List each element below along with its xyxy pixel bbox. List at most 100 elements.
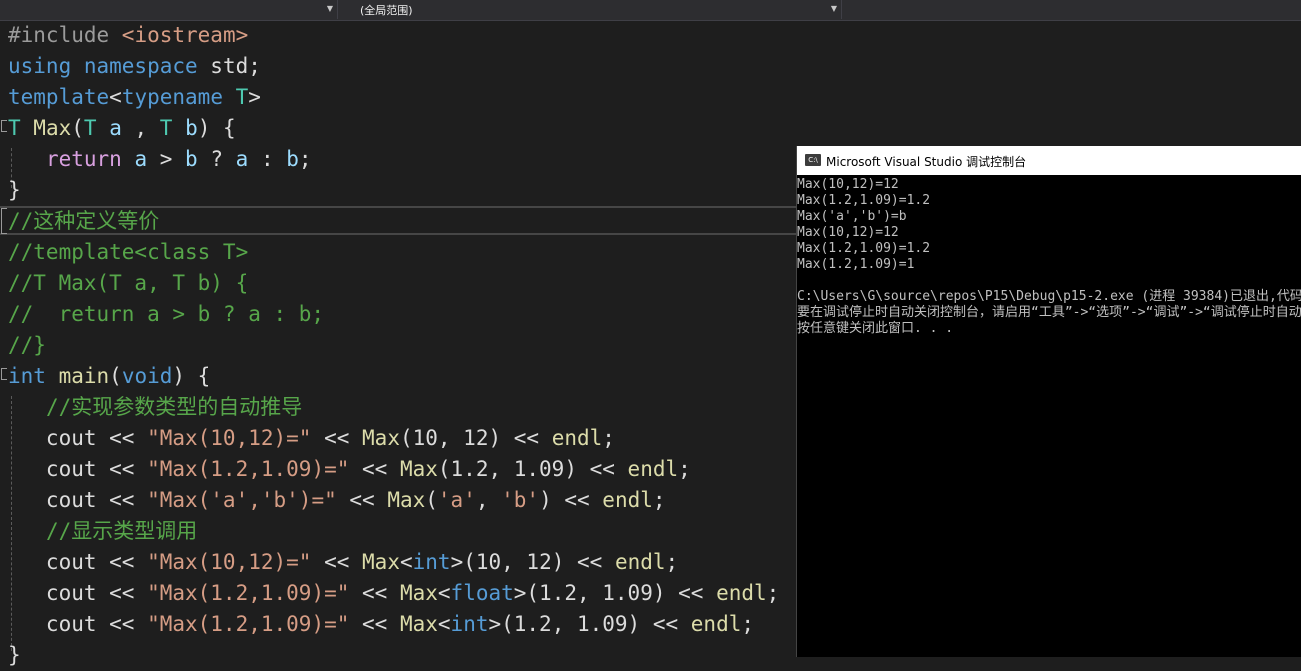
code-token: ) << xyxy=(539,488,603,512)
code-token: int xyxy=(8,364,59,388)
code-token: ; xyxy=(678,457,691,481)
code-token: << xyxy=(349,457,400,481)
fold-marker[interactable] xyxy=(1,120,7,132)
code-token: << xyxy=(349,612,400,636)
code-token: T xyxy=(83,116,110,140)
code-line: //} xyxy=(8,330,46,361)
code-token: cout << xyxy=(8,612,148,636)
console-line: 要在调试停止时自动关闭控制台，请启用“工具”->“选项”->“调试”->“调试停… xyxy=(797,305,1301,320)
console-line: Max('a','b')=b xyxy=(797,209,907,224)
code-token: << xyxy=(311,426,363,450)
fold-marker[interactable] xyxy=(1,368,7,380)
code-token: Max xyxy=(399,457,438,481)
code-token: <iostream> xyxy=(121,23,249,47)
code-token: template xyxy=(8,85,110,109)
code-token: Max xyxy=(362,550,400,574)
code-token: int xyxy=(450,612,489,636)
code-token: 'a' xyxy=(437,488,476,512)
code-token: ) { xyxy=(172,364,211,388)
code-token: Max xyxy=(362,426,400,450)
code-token: //显示类型调用 xyxy=(45,519,198,543)
code-token: Max xyxy=(399,581,438,605)
code-token: a xyxy=(109,116,122,140)
code-line: int main(void) { xyxy=(8,361,210,392)
code-token: ) { xyxy=(197,116,236,140)
code-token: main xyxy=(58,364,110,388)
code-token: cout << xyxy=(8,426,148,450)
code-line: cout << "Max(1.2,1.09)=" << Max<float>(1… xyxy=(8,578,779,609)
code-token: > xyxy=(248,85,261,109)
code-line: //template<class T> xyxy=(8,237,248,268)
code-token: cout << xyxy=(8,457,148,481)
console-output: Max(10,12)=12 Max(1.2,1.09)=1.2 Max('a','b… xyxy=(797,177,1301,657)
code-token: //这种定义等价 xyxy=(8,209,160,233)
code-token: #include xyxy=(8,23,122,47)
code-line: cout << "Max(1.2,1.09)=" << Max(1.2, 1.0… xyxy=(8,454,691,485)
chevron-down-icon: ▼ xyxy=(326,4,333,13)
navigation-bar: ▼ (全局范围) ▼ xyxy=(0,0,1301,21)
code-token: using xyxy=(8,54,84,78)
code-token: < xyxy=(437,581,451,605)
code-token: "Max(10,12)=" xyxy=(147,426,312,450)
code-line: //实现参数类型的自动推导 xyxy=(8,392,302,423)
scope-dropdown[interactable]: (全局范围) ▼ xyxy=(338,0,842,19)
code-token: Max xyxy=(387,488,426,512)
code-line: cout << "Max(1.2,1.09)=" << Max<int>(1.2… xyxy=(8,609,754,640)
code-token: < xyxy=(399,550,413,574)
code-token: ; xyxy=(665,550,679,574)
code-token: "Max(1.2,1.09)=" xyxy=(147,457,350,481)
code-token: b xyxy=(286,147,299,171)
code-token: b xyxy=(185,116,198,140)
code-line: #include <iostream> xyxy=(8,20,248,51)
code-token: , xyxy=(121,116,148,140)
code-line: cout << "Max(10,12)=" << Max<int>(10, 12… xyxy=(8,547,678,578)
code-token: a xyxy=(235,147,249,171)
console-line: Max(1.2,1.09)=1.2 xyxy=(797,193,931,208)
code-token: endl xyxy=(614,550,666,574)
scope-dropdown-label: (全局范围) xyxy=(360,4,413,17)
code-token: >(10, 12) << xyxy=(450,550,615,574)
code-token: : xyxy=(248,147,287,171)
code-token: endl xyxy=(602,488,653,512)
code-token: ; xyxy=(298,147,312,171)
code-line: // return a > b ? a : b; xyxy=(8,299,324,330)
console-line: Max(10,12)=12 xyxy=(797,225,899,240)
code-line: } xyxy=(8,175,21,206)
code-token: float xyxy=(450,581,514,605)
code-token: << xyxy=(349,581,400,605)
code-token: , xyxy=(475,488,502,512)
code-token: < xyxy=(109,85,122,109)
code-editor[interactable]: #include <iostream> using namespace std; t… xyxy=(0,20,796,667)
code-line: //T Max(T a, T b) { xyxy=(8,268,248,299)
code-token: cout << xyxy=(8,488,148,512)
code-line: } xyxy=(8,640,21,671)
console-line: 按任意键关闭此窗口. . . xyxy=(797,321,954,336)
code-token: //template<class T> xyxy=(8,240,249,264)
code-token: endl xyxy=(551,426,603,450)
code-token: // return a > b ? a : b; xyxy=(8,302,325,326)
code-token: "Max('a','b')=" xyxy=(147,488,337,512)
code-token: //} xyxy=(8,333,46,357)
code-token: std; xyxy=(210,54,261,78)
code-token: >(1.2, 1.09) << xyxy=(488,612,691,636)
editor-gutter xyxy=(0,20,8,657)
code-token: << xyxy=(311,550,363,574)
code-token: T xyxy=(235,85,249,109)
code-token: endl xyxy=(716,581,767,605)
code-token: T xyxy=(8,116,34,140)
code-token: ? xyxy=(197,147,236,171)
code-line: return a > b ? a : b; xyxy=(8,144,312,175)
code-token: void xyxy=(121,364,173,388)
fold-marker[interactable] xyxy=(1,208,7,234)
code-token: typename xyxy=(121,85,236,109)
project-dropdown[interactable]: ▼ xyxy=(0,0,338,19)
code-token: ( xyxy=(425,488,438,512)
console-title-bar[interactable]: C:\ Microsoft Visual Studio 调试控制台 xyxy=(797,146,1301,175)
console-line: Max(1.2,1.09)=1.2 xyxy=(797,241,931,256)
code-token: Max xyxy=(399,612,438,636)
code-token: > xyxy=(147,147,186,171)
debug-console-window[interactable]: C:\ Microsoft Visual Studio 调试控制台 Max(10… xyxy=(796,146,1301,657)
code-token: ; xyxy=(652,488,666,512)
